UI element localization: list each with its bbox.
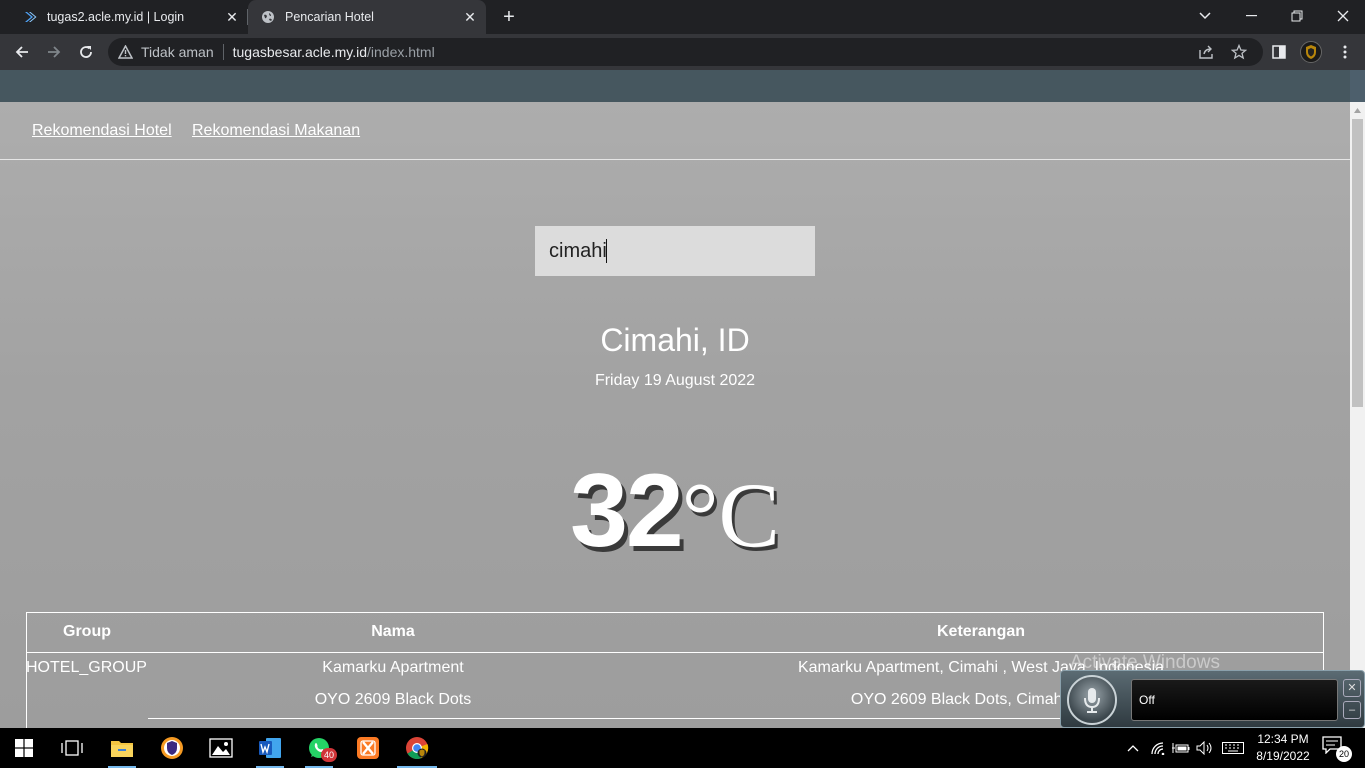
table-header-row: Group Nama Keterangan: [26, 612, 1324, 653]
xampp-icon[interactable]: [344, 728, 392, 768]
notification-count: 20: [1336, 746, 1352, 762]
bookmark-star-icon[interactable]: [1230, 44, 1248, 60]
column-header-keterangan: Keterangan: [638, 612, 1324, 653]
photos-icon[interactable]: [197, 728, 245, 768]
page-header-bar: [0, 70, 1350, 102]
weather-location: Cimahi, ID: [600, 322, 750, 358]
nav-link-rekomendasi-makanan[interactable]: Rekomendasi Makanan: [192, 122, 360, 140]
cell-nama: OYO 2609 Black Dots: [314, 691, 472, 708]
browser-toolbar: Tidak aman tugasbesar.acle.my.id/index.h…: [0, 34, 1365, 70]
page-viewport: Rekomendasi Hotel Rekomendasi Makanan Ci…: [0, 70, 1365, 728]
show-hidden-icons-chevron-icon[interactable]: [1124, 728, 1142, 768]
reload-button[interactable]: [74, 40, 98, 64]
clock-date: 8/19/2022: [1256, 749, 1310, 763]
cell-nama: Kamarku Apartment: [322, 659, 464, 677]
battery-icon[interactable]: [1171, 728, 1191, 768]
tab-title: tugas2.acle.my.id | Login: [47, 10, 185, 24]
chrome-icon[interactable]: [393, 728, 441, 768]
column-header-group: Group: [26, 612, 148, 653]
weather-temperature: 32°C: [0, 452, 1350, 571]
start-button[interactable]: [0, 728, 48, 768]
close-window-button[interactable]: [1320, 0, 1365, 32]
scroll-up-arrow-icon[interactable]: [1350, 102, 1365, 119]
speech-recognition-widget: Off ✕ –: [1060, 670, 1365, 728]
menu-kebab-icon[interactable]: [1334, 41, 1356, 63]
close-tab-icon[interactable]: ✕: [462, 9, 478, 25]
keyboard-icon[interactable]: [1220, 728, 1246, 768]
site-favicon-icon: [22, 9, 38, 25]
restore-button[interactable]: [1274, 0, 1320, 32]
microphone-button[interactable]: [1067, 675, 1117, 725]
nav-link-rekomendasi-hotel[interactable]: Rekomendasi Hotel: [32, 122, 172, 140]
column-header-nama: Nama: [148, 612, 638, 653]
word-icon[interactable]: [246, 728, 294, 768]
notification-badge: 40: [321, 748, 337, 762]
volume-icon[interactable]: [1195, 728, 1215, 768]
tab-search-icon[interactable]: [1182, 0, 1228, 32]
profile-avatar[interactable]: [1300, 41, 1322, 63]
tab-login[interactable]: tugas2.acle.my.id | Login ✕: [8, 0, 248, 34]
vertical-scrollbar[interactable]: [1350, 102, 1365, 728]
new-tab-button[interactable]: +: [498, 6, 520, 28]
temperature-unit: °C: [681, 464, 780, 566]
tab-title: Pencarian Hotel: [285, 10, 374, 24]
security-label[interactable]: Tidak aman: [141, 44, 214, 60]
task-view-icon[interactable]: [48, 728, 96, 768]
whatsapp-icon[interactable]: 40: [295, 728, 343, 768]
back-button[interactable]: [10, 40, 34, 64]
forward-button[interactable]: [42, 40, 66, 64]
cell-group: [26, 684, 148, 716]
tab-pencarian-hotel[interactable]: Pencarian Hotel ✕: [248, 0, 486, 34]
address-divider: [222, 44, 224, 60]
browser-tab-strip: tugas2.acle.my.id | Login ✕ Pencarian Ho…: [0, 0, 1365, 34]
windows-taskbar: 40 12:34 PM 8/19/2022 20: [0, 728, 1365, 768]
side-panel-icon[interactable]: [1268, 41, 1290, 63]
close-tab-icon[interactable]: ✕: [224, 9, 240, 25]
scrollbar-thumb[interactable]: [1352, 119, 1363, 407]
temperature-value: 32: [570, 453, 684, 569]
clock-time: 12:34 PM: [1257, 732, 1309, 746]
cell-group: HOTEL_GROUP: [26, 659, 147, 677]
text-caret: [606, 239, 607, 263]
minimize-button[interactable]: [1228, 0, 1274, 32]
system-clock[interactable]: 12:34 PM 8/19/2022: [1248, 731, 1318, 765]
page-nav: Rekomendasi Hotel Rekomendasi Makanan: [0, 102, 1350, 160]
url-path: /index.html: [367, 44, 435, 60]
weather-date: Friday 19 August 2022: [594, 372, 756, 389]
minimize-icon[interactable]: –: [1343, 701, 1361, 719]
url-host: tugasbesar.acle.my.id: [232, 44, 367, 60]
warning-icon[interactable]: [118, 45, 133, 59]
speech-status-display: Off: [1131, 679, 1338, 721]
address-bar[interactable]: Tidak aman tugasbesar.acle.my.id/index.h…: [108, 38, 1263, 66]
network-icon[interactable]: [1148, 728, 1168, 768]
brave-browser-icon[interactable]: [148, 728, 196, 768]
globe-icon: [260, 9, 276, 25]
city-search-input[interactable]: [535, 226, 815, 276]
notification-center-icon[interactable]: 20: [1322, 736, 1352, 762]
close-icon[interactable]: ✕: [1343, 679, 1361, 697]
share-icon[interactable]: [1198, 44, 1216, 60]
file-explorer-icon[interactable]: [98, 728, 146, 768]
